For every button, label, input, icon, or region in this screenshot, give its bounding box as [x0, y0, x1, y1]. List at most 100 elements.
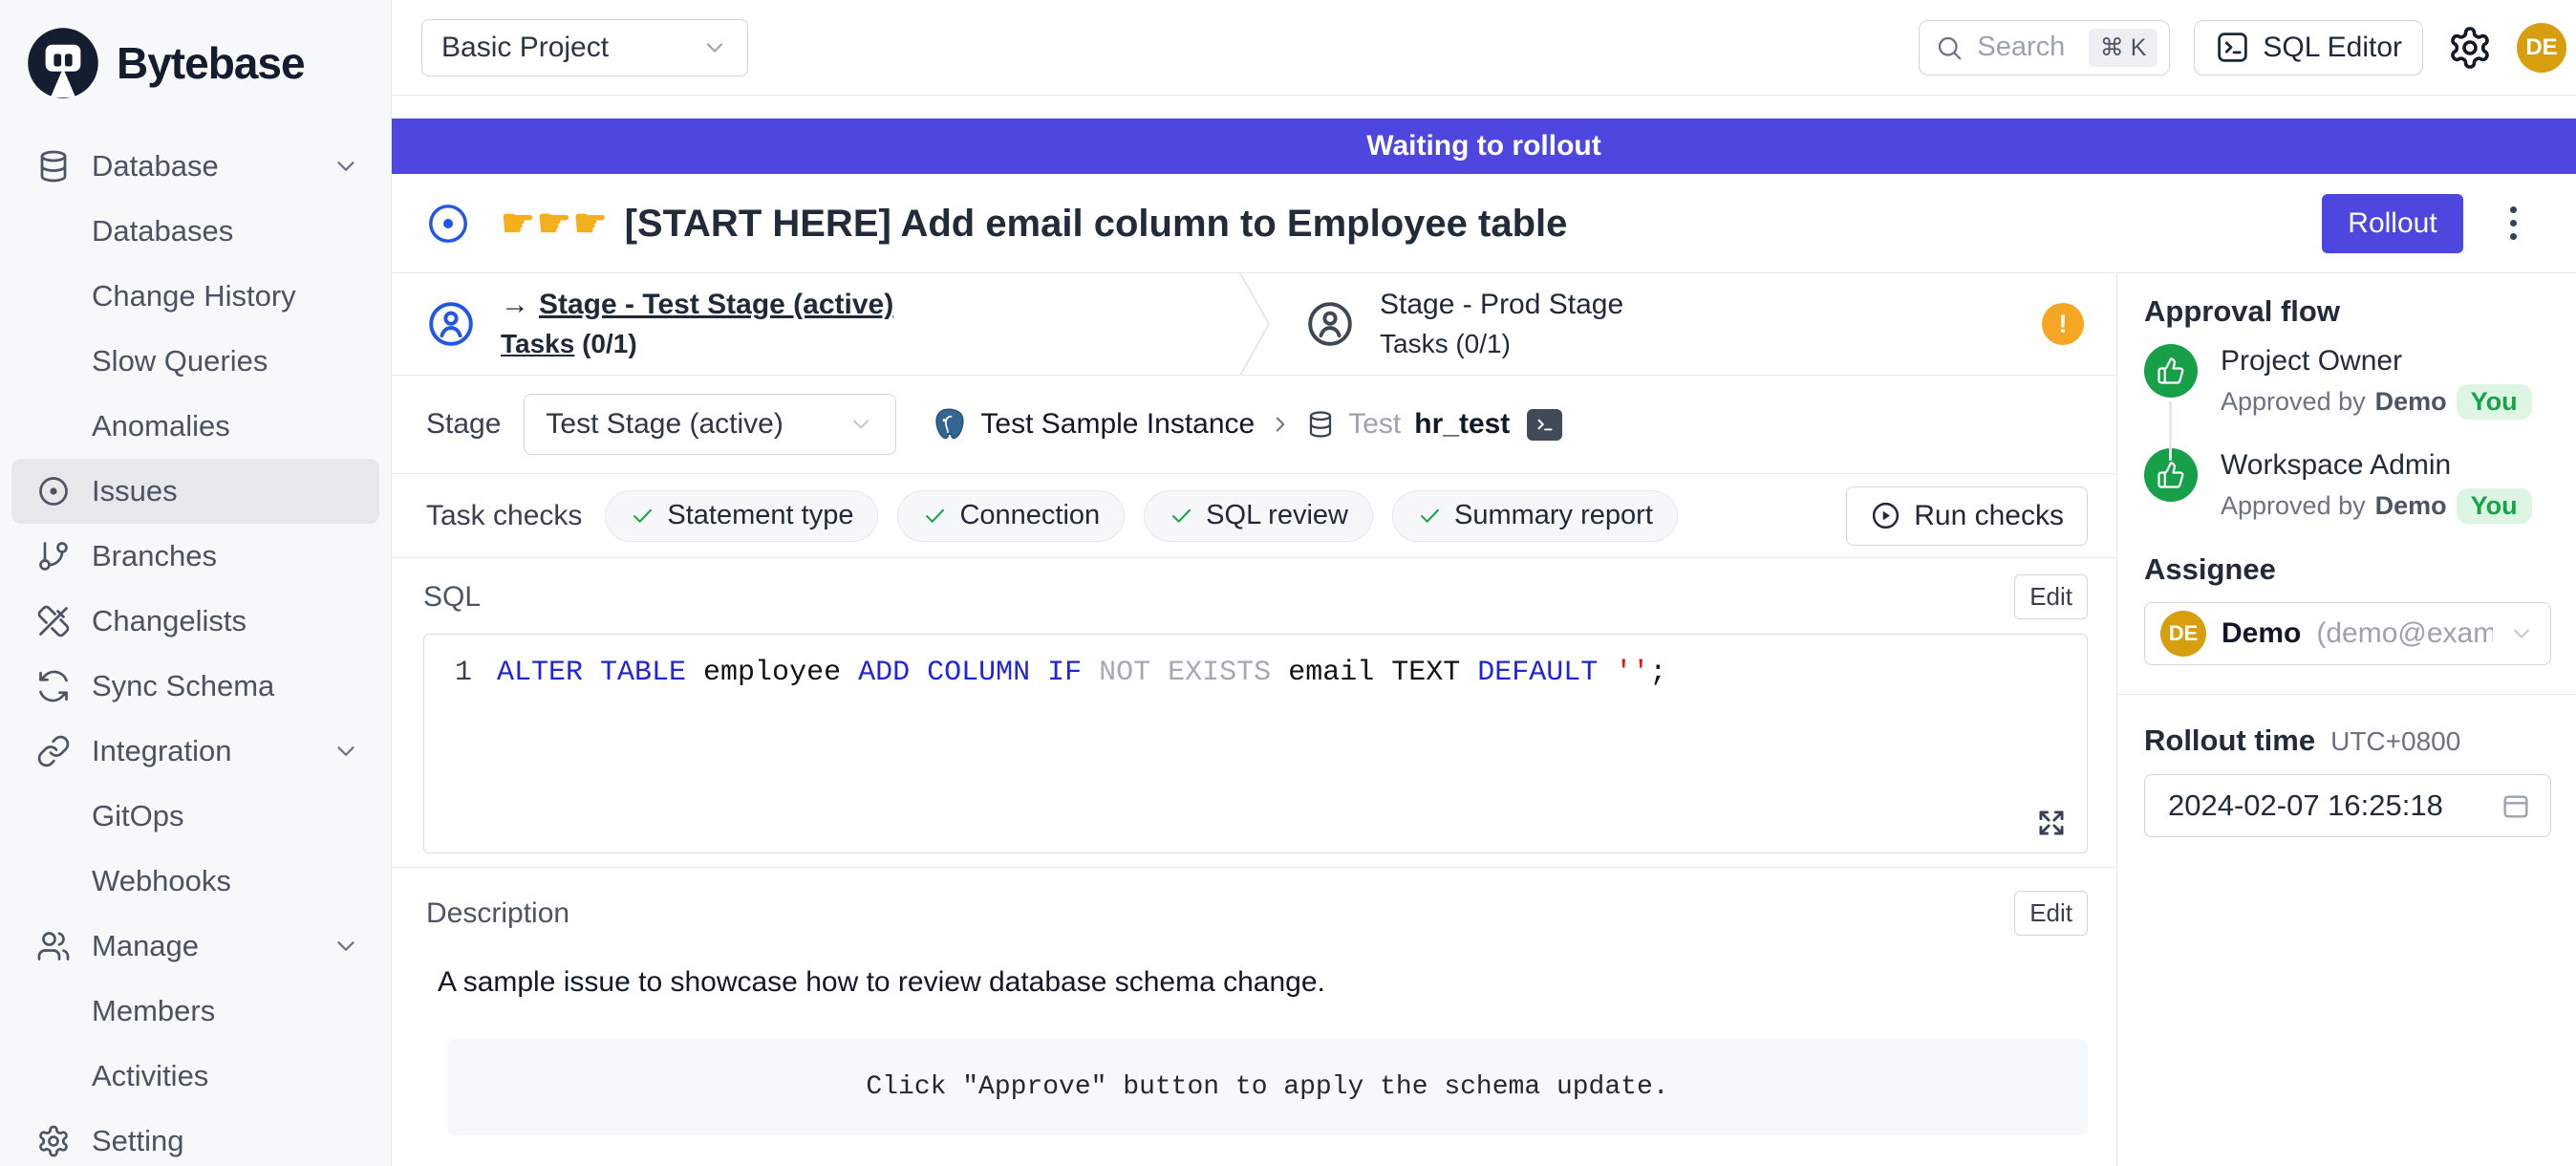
- sidebar-item-label: Sync Schema: [92, 669, 360, 703]
- git-branch-icon: [36, 539, 71, 573]
- database-breadcrumb: Test Sample Instance Test hr_test: [931, 406, 1562, 443]
- sidebar-item-issues[interactable]: Issues: [11, 459, 379, 524]
- chevron-down-icon: [332, 932, 360, 961]
- approval-step: Workspace Admin Approved byDemoYou: [2144, 448, 2551, 524]
- sidebar-item-label: Change History: [92, 279, 360, 313]
- sidebar-item-label: Manage: [92, 929, 311, 963]
- stage-select[interactable]: Test Stage (active): [524, 394, 896, 455]
- check-sql-review[interactable]: SQL review: [1144, 490, 1373, 542]
- sidebar-item-label: GitOps: [92, 799, 360, 833]
- main-area: Basic Project Search ⌘ K SQL Editor DE W…: [392, 0, 2576, 1166]
- stage-selector-row: Stage Test Stage (active) Test Sample In…: [392, 376, 2116, 474]
- sidebar-item-gitops[interactable]: GitOps: [11, 784, 379, 849]
- sidebar: Bytebase Database Databases Change Histo…: [0, 0, 392, 1166]
- sidebar-item-label: Database: [92, 149, 311, 184]
- check-summary-report[interactable]: Summary report: [1392, 490, 1678, 542]
- sql-edit-button[interactable]: Edit: [2014, 574, 2088, 619]
- stage-flow: →Stage - Test Stage (active) Tasks (0/1)…: [392, 273, 2116, 376]
- assignee-heading: Assignee: [2144, 552, 2551, 587]
- issue-title-row: ☛☛☛[START HERE] Add email column to Empl…: [392, 174, 2576, 273]
- sidebar-item-webhooks[interactable]: Webhooks: [11, 849, 379, 914]
- run-checks-button[interactable]: Run checks: [1846, 486, 2088, 546]
- sql-editor-button[interactable]: SQL Editor: [2194, 20, 2423, 76]
- approval-flow-heading: Approval flow: [2144, 294, 2551, 329]
- kebab-menu-icon[interactable]: [2494, 203, 2532, 245]
- project-selector-value: Basic Project: [441, 32, 609, 64]
- sidebar-item-branches[interactable]: Branches: [11, 524, 379, 589]
- status-banner: Waiting to rollout: [392, 119, 2576, 174]
- issue-circle-dot-icon: [36, 474, 71, 508]
- sidebar-item-setting[interactable]: Setting: [11, 1109, 379, 1166]
- sidebar-item-label: Anomalies: [92, 409, 360, 443]
- open-sql-editor-icon[interactable]: [1527, 409, 1562, 441]
- assignee-avatar: DE: [2160, 611, 2206, 657]
- check-icon: [1169, 503, 1194, 529]
- stage-label: Stage: [426, 408, 501, 441]
- issue-sidebar: Approval flow Project Owner Approved byD…: [2116, 273, 2576, 1166]
- sidebar-item-changelists[interactable]: Changelists: [11, 589, 379, 654]
- stage-test[interactable]: →Stage - Test Stage (active) Tasks (0/1): [392, 273, 1252, 375]
- stage-name: →Stage - Test Stage (active): [501, 289, 893, 321]
- logo-text: Bytebase: [117, 37, 305, 89]
- users-icon: [36, 929, 71, 963]
- logo[interactable]: Bytebase: [0, 0, 391, 120]
- description-code-block: Click "Approve" button to apply the sche…: [447, 1039, 2088, 1135]
- check-connection[interactable]: Connection: [897, 490, 1125, 542]
- chevron-down-icon: [332, 152, 360, 181]
- expand-icon[interactable]: [2033, 805, 2070, 841]
- settings-gear-icon[interactable]: [2447, 25, 2493, 71]
- sidebar-item-integration[interactable]: Integration: [11, 719, 379, 784]
- stage-select-value: Test Stage (active): [546, 408, 783, 441]
- project-selector[interactable]: Basic Project: [421, 19, 748, 76]
- approval-steps: Project Owner Approved byDemoYou Workspa…: [2144, 344, 2551, 524]
- description-edit-button[interactable]: Edit: [2014, 891, 2088, 936]
- stage-person-icon: [426, 299, 476, 349]
- rollout-button[interactable]: Rollout: [2322, 194, 2463, 253]
- database-name[interactable]: hr_test: [1414, 408, 1510, 441]
- step-connector: [2169, 401, 2172, 461]
- stage-tasks[interactable]: Tasks (0/1): [501, 329, 893, 359]
- search-shortcut-badge: ⌘ K: [2089, 29, 2158, 67]
- sql-editor-block[interactable]: 1ALTER TABLE employee ADD COLUMN IF NOT …: [423, 634, 2088, 853]
- sidebar-item-label: Webhooks: [92, 864, 360, 898]
- sidebar-item-database[interactable]: Database: [11, 134, 379, 199]
- play-circle-icon: [1870, 500, 1901, 531]
- sidebar-item-activities[interactable]: Activities: [11, 1044, 379, 1109]
- assignee-email: (demo@example: [2316, 617, 2493, 650]
- stage-prod[interactable]: Stage - Prod Stage Tasks (0/1) !: [1252, 273, 2116, 375]
- sidebar-item-members[interactable]: Members: [11, 979, 379, 1044]
- check-statement-type[interactable]: Statement type: [605, 490, 878, 542]
- description-heading: Description: [426, 897, 569, 930]
- instance-name[interactable]: Test Sample Instance: [980, 408, 1255, 441]
- link-icon: [36, 734, 71, 768]
- description-text: A sample issue to showcase how to review…: [426, 966, 2088, 999]
- approver-role: Workspace Admin: [2221, 448, 2532, 483]
- sidebar-item-label: Integration: [92, 734, 311, 768]
- topbar: Basic Project Search ⌘ K SQL Editor DE: [392, 0, 2576, 96]
- chevron-right-icon: [1268, 412, 1293, 437]
- search-input[interactable]: Search ⌘ K: [1919, 20, 2170, 76]
- rollout-time-input[interactable]: 2024-02-07 16:25:18: [2144, 774, 2551, 837]
- sql-section: SQL Edit 1ALTER TABLE employee ADD COLUM…: [392, 558, 2116, 868]
- rollout-time-value: 2024-02-07 16:25:18: [2168, 788, 2443, 823]
- user-avatar[interactable]: DE: [2517, 23, 2566, 73]
- sql-editor-label: SQL Editor: [2263, 32, 2402, 64]
- status-banner-text: Waiting to rollout: [1366, 130, 1601, 162]
- sidebar-item-anomalies[interactable]: Anomalies: [11, 394, 379, 459]
- topbar-right: Search ⌘ K SQL Editor DE: [1919, 20, 2566, 76]
- sidebar-item-slow-queries[interactable]: Slow Queries: [11, 329, 379, 394]
- sidebar-item-databases[interactable]: Databases: [11, 199, 379, 264]
- postgresql-icon: [931, 406, 967, 443]
- sidebar-item-change-history[interactable]: Change History: [11, 264, 379, 329]
- sidebar-item-manage[interactable]: Manage: [11, 914, 379, 979]
- database-icon: [36, 149, 71, 184]
- chevron-down-icon: [332, 737, 360, 766]
- assignee-select[interactable]: DE Demo (demo@example: [2144, 602, 2551, 665]
- sidebar-item-sync-schema[interactable]: Sync Schema: [11, 654, 379, 719]
- approver-role: Project Owner: [2221, 344, 2532, 378]
- content: →Stage - Test Stage (active) Tasks (0/1)…: [392, 273, 2576, 1166]
- calendar-icon: [2501, 790, 2531, 821]
- pointing-hand-emojis: ☛☛☛: [501, 203, 610, 245]
- issue-main: →Stage - Test Stage (active) Tasks (0/1)…: [392, 273, 2116, 1166]
- warning-icon: !: [2042, 303, 2084, 345]
